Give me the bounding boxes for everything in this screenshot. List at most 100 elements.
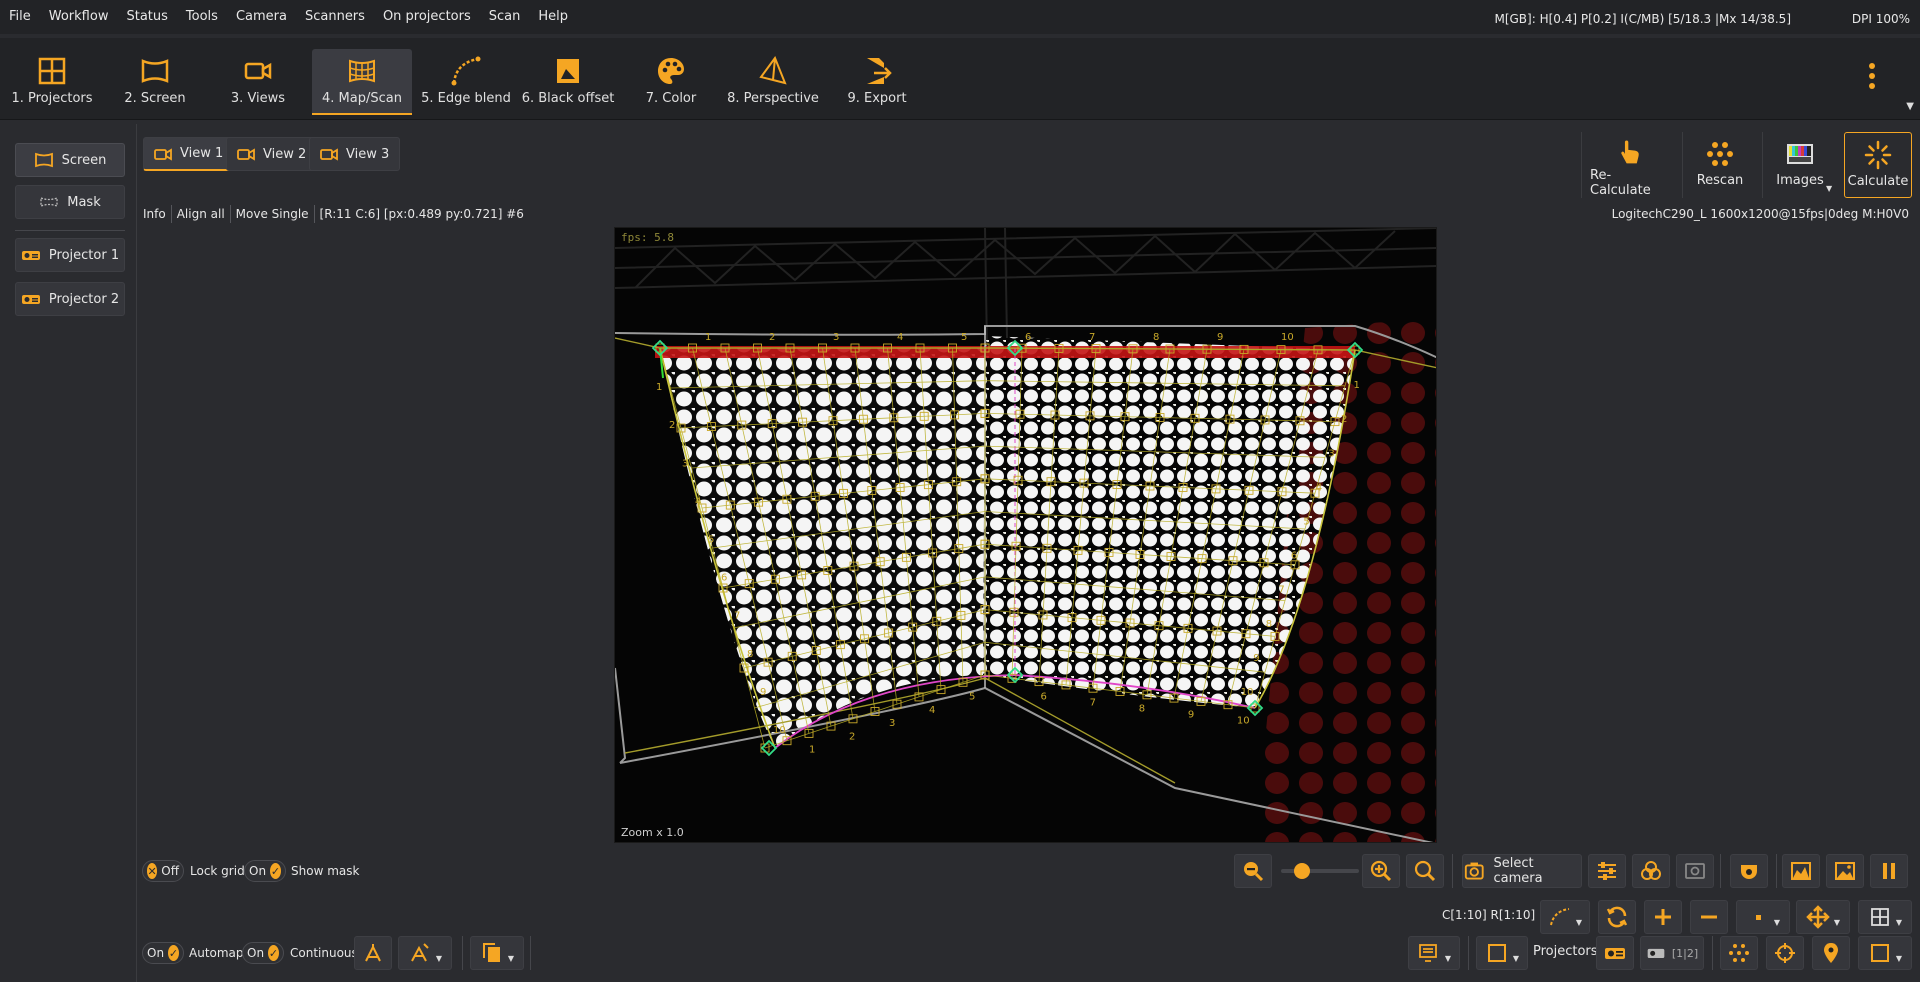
info-line: Info Align all Move Single [R:11 C:6] [p… [143, 205, 529, 223]
camera-icon [237, 148, 255, 161]
copy-button[interactable]: ▼ [470, 936, 524, 970]
frame-button[interactable]: ▼ [1476, 936, 1528, 970]
row-label: 3 [1328, 448, 1334, 459]
histogram-button[interactable] [1782, 854, 1820, 888]
pause-button[interactable] [1870, 854, 1908, 888]
show-mask-toggle[interactable]: On ✓ [244, 860, 286, 882]
tool-label: 5. Edge blend [421, 91, 511, 106]
tool-screen[interactable]: 2. Screen [113, 49, 197, 115]
projectors-label: Projectors [1533, 944, 1598, 959]
point-size-button[interactable]: ▼ [1736, 900, 1790, 934]
menu-camera[interactable]: Camera [227, 0, 296, 34]
tab-view-3[interactable]: View 3 [309, 137, 401, 171]
tool-label: 7. Color [645, 91, 697, 106]
row-label: 6 [1291, 551, 1297, 562]
camera-icon [244, 62, 272, 80]
recalculate-button[interactable]: Re-Calculate [1590, 132, 1670, 198]
recalculate-label: Re-Calculate [1590, 168, 1651, 198]
align-all-link[interactable]: Align all [170, 205, 230, 223]
color-channels-button[interactable] [1632, 854, 1670, 888]
zoom-out-icon [1244, 862, 1264, 882]
grid-layout-button[interactable]: ▼ [1858, 900, 1912, 934]
refresh-button[interactable] [1598, 900, 1636, 934]
row-label: 1 [656, 382, 662, 393]
rescan-button[interactable]: Rescan [1690, 132, 1750, 198]
menu-tools[interactable]: Tools [177, 0, 227, 34]
menu-file[interactable]: File [0, 0, 40, 34]
location-button[interactable] [1812, 936, 1850, 970]
menu-bar: File Workflow Status Tools Camera Scanne… [0, 0, 1920, 34]
zoom-slider-track[interactable] [1281, 869, 1359, 873]
dots-pattern-button[interactable] [1720, 936, 1758, 970]
select-camera-button[interactable]: Select camera [1462, 854, 1582, 888]
images-button[interactable]: Images [1774, 132, 1826, 198]
tool-edge-blend[interactable]: 5. Edge blend [421, 49, 511, 115]
row-label: 8 [1266, 619, 1272, 630]
info-link[interactable]: Info [143, 205, 171, 223]
add-point-button[interactable] [1644, 900, 1682, 934]
dots-grid-icon [1707, 142, 1733, 166]
camera-viewport[interactable]: 1 2 3 4 5 6 7 8 9 10 1 1 2 2 3 3 4 4 5 5 6 6 7 7 8 8 9 9 10 10 1 2 3 4 5 6 7… [614, 227, 1437, 843]
auto-options-button[interactable]: ▼ [398, 936, 452, 970]
remove-point-button[interactable] [1690, 900, 1728, 934]
tool-export[interactable]: 9. Export [846, 49, 908, 115]
crosshair-button[interactable] [1766, 936, 1804, 970]
menu-scanners[interactable]: Scanners [296, 0, 374, 34]
tab-view-1[interactable]: View 1 [143, 137, 235, 171]
camera-image-button[interactable] [1676, 854, 1714, 888]
menu-workflow[interactable]: Workflow [40, 0, 118, 34]
move-mode-button[interactable]: ▼ [1796, 900, 1850, 934]
tool-projectors[interactable]: 1. Projectors [8, 49, 96, 115]
menu-on-projectors[interactable]: On projectors [374, 0, 480, 34]
tool-map-scan[interactable]: 4. Map/Scan [312, 49, 412, 115]
tool-perspective[interactable]: 8. Perspective [726, 49, 820, 115]
sliders-icon [1598, 862, 1616, 880]
spinner-icon [1864, 140, 1892, 170]
projector-count-button[interactable]: [1|2] [1640, 936, 1704, 970]
divider [530, 936, 531, 970]
calculate-button[interactable]: Calculate [1844, 132, 1912, 198]
pause-icon [1883, 863, 1895, 879]
zoom-out-button[interactable] [1234, 854, 1272, 888]
camera-settings-button[interactable] [1588, 854, 1626, 888]
camera-image[interactable]: 1 2 3 4 5 6 7 8 9 101 12233445566778899101012345 67… [615, 228, 1437, 843]
more-options-icon[interactable] [1868, 62, 1876, 90]
move-single-link[interactable]: Move Single [229, 205, 314, 223]
tool-color[interactable]: 7. Color [636, 49, 706, 115]
toolbar-expand-icon[interactable]: ▼ [1906, 101, 1914, 112]
row-label: 2 [1341, 414, 1347, 425]
menu-status[interactable]: Status [117, 0, 176, 34]
column-label: 7 [1089, 332, 1095, 343]
curve-icon [1549, 908, 1570, 926]
zoom-fit-button[interactable] [1406, 854, 1444, 888]
view-frame-button[interactable]: ▼ [1858, 936, 1912, 970]
projector-select-button[interactable] [1596, 936, 1634, 970]
image-button[interactable] [1826, 854, 1864, 888]
curve-mode-button[interactable]: ▼ [1540, 900, 1590, 934]
camera-info: LogitechC290_L 1600x1200@15fps|0deg M:H0… [1611, 207, 1909, 221]
automap-toggle[interactable]: On ✓ [142, 942, 184, 964]
row-label: 7 [1278, 585, 1284, 596]
mask-button[interactable]: Mask [15, 185, 125, 219]
images-dropdown-icon[interactable]: ▼ [1826, 184, 1832, 193]
screen-button[interactable]: Screen [15, 143, 125, 177]
tab-view-2[interactable]: View 2 [226, 137, 318, 171]
projector-1-button[interactable]: Projector 1 [15, 238, 125, 272]
projector-icon [1647, 948, 1665, 958]
zoom-slider-handle[interactable] [1294, 863, 1310, 879]
tool-black-offset[interactable]: 6. Black offset [522, 49, 614, 115]
zoom-in-button[interactable] [1362, 854, 1400, 888]
black-offset-icon [557, 59, 579, 83]
tool-views[interactable]: 3. Views [218, 49, 298, 115]
projector-2-button[interactable]: Projector 2 [15, 282, 125, 316]
column-label: 1 [809, 745, 815, 756]
auto-walk-button[interactable] [354, 936, 392, 970]
webcam-button[interactable] [1730, 854, 1768, 888]
menu-help[interactable]: Help [529, 0, 577, 34]
continuous-toggle[interactable]: On ✓ [242, 942, 284, 964]
column-label: 10 [1281, 332, 1294, 343]
menu-scan[interactable]: Scan [480, 0, 530, 34]
mask-label: Mask [67, 194, 101, 210]
output-button[interactable]: ▼ [1408, 936, 1460, 970]
lock-grid-toggle[interactable]: ✕ Off [142, 860, 184, 882]
